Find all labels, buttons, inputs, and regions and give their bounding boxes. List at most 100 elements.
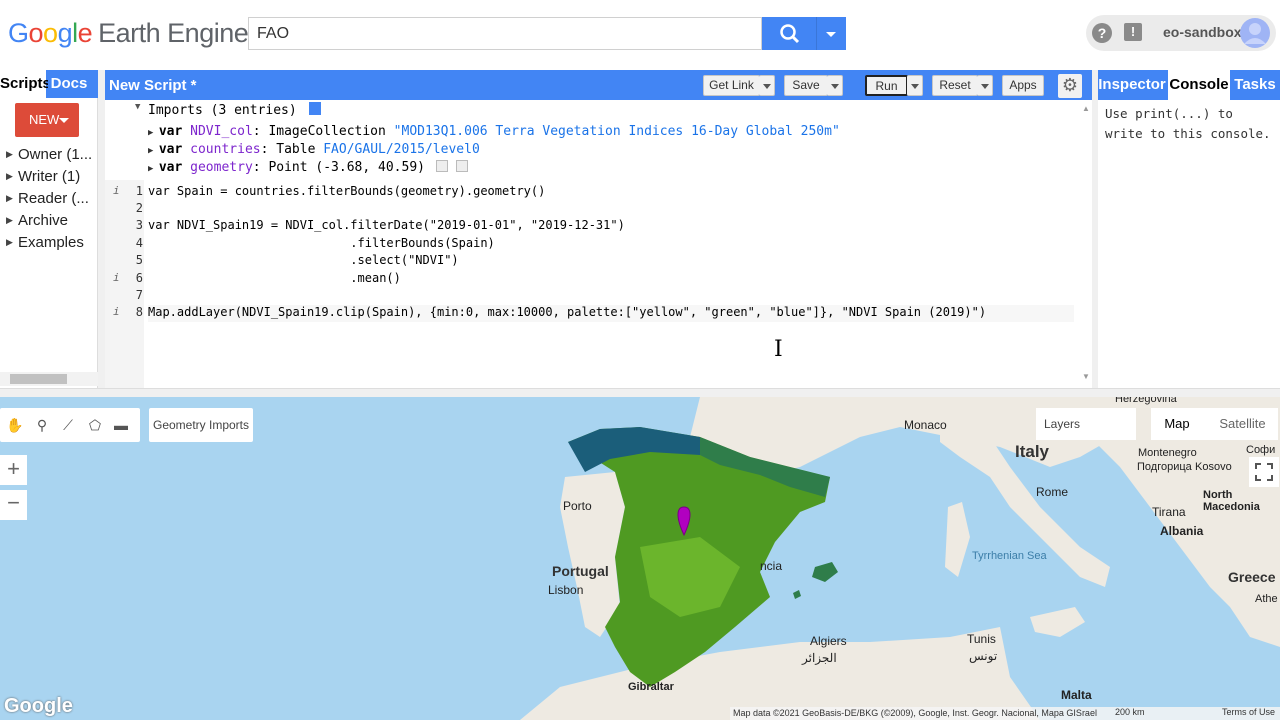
horizontal-scrollbar[interactable] (0, 372, 98, 386)
geometry-settings-icon[interactable] (455, 160, 468, 172)
help-icon[interactable]: ? (1092, 23, 1112, 43)
map-label-tunis-ar: تونس (969, 649, 998, 663)
gear-icon[interactable]: ⚙ (1058, 74, 1082, 98)
scroll-up-icon[interactable]: ▲ (1082, 104, 1090, 113)
google-map-logo[interactable]: Google (4, 695, 73, 718)
tree-item-reader[interactable]: ▶ Reader (... (6, 190, 98, 212)
tree-item-label: Examples (18, 234, 84, 251)
search-icon (780, 24, 800, 44)
fullscreen-glyph (1255, 463, 1273, 481)
import-name[interactable]: countries (190, 142, 260, 157)
import-row[interactable]: ▶ var geometry: Point (-3.68, 40.59) (148, 160, 468, 178)
account-name[interactable]: eo-sandbox (1163, 24, 1242, 40)
save-button[interactable]: Save (784, 75, 828, 96)
code-line[interactable]: var NDVI_Spain19 = NDVI_col.filterDate("… (148, 218, 625, 235)
search-button[interactable] (762, 17, 817, 50)
run-dropdown[interactable] (907, 75, 923, 96)
map-type-satellite-button[interactable]: Satellite (1207, 408, 1278, 440)
tab-docs[interactable]: Docs (48, 70, 90, 98)
text-cursor-icon: I (774, 337, 783, 362)
earth-engine-logo[interactable]: Google Earth Engine (8, 18, 249, 49)
polygon-draw-icon[interactable]: ⬠ (86, 416, 104, 434)
code-line[interactable]: .select("NDVI") (148, 253, 458, 270)
code-line[interactable]: .filterBounds(Spain) (148, 236, 495, 253)
caret-down-icon (59, 118, 69, 123)
import-name[interactable]: NDVI_col (190, 124, 253, 139)
map-label-montenegro: Montenegro (1138, 447, 1197, 459)
scroll-down-icon[interactable]: ▼ (1082, 372, 1090, 381)
zoom-out-button[interactable]: − (0, 490, 27, 520)
map-label-lisbon: Lisbon (548, 583, 584, 597)
map-label-rome: Rome (1036, 485, 1069, 499)
map-label-north-macedonia: North Macedonia (1203, 489, 1260, 513)
rectangle-draw-icon[interactable]: ▬ (112, 416, 130, 434)
scrollbar-thumb[interactable] (10, 374, 67, 384)
code-line[interactable]: .mean() (148, 271, 401, 288)
expand-arrow-icon: ▶ (6, 237, 13, 247)
tree-item-owner[interactable]: ▶ Owner (1... (6, 146, 98, 168)
script-title[interactable]: New Script * (109, 77, 197, 94)
avatar[interactable] (1240, 17, 1270, 49)
code-line[interactable]: var Spain = countries.filterBounds(geome… (148, 184, 545, 201)
geometry-edit-icon[interactable] (435, 160, 448, 172)
collapse-arrow-icon[interactable]: ▼ (135, 102, 140, 120)
get-link-dropdown[interactable] (759, 75, 775, 96)
fullscreen-icon[interactable] (1249, 457, 1279, 487)
code-line-active[interactable]: Map.addLayer(NDVI_Spain19.clip(Spain), {… (148, 305, 1074, 322)
line-number: 3 (135, 218, 143, 232)
import-value[interactable]: "MOD13Q1.006 Terra Vegetation Indices 16… (394, 124, 840, 139)
line-number: 4 (135, 236, 143, 250)
map-view[interactable]: Monaco Italy Rome Porto Portugal Lisbon … (0, 397, 1280, 720)
right-tab-bar: Inspector Console Tasks (1098, 70, 1280, 100)
import-name[interactable]: geometry (190, 160, 253, 175)
document-icon[interactable] (308, 102, 321, 115)
tree-item-label: Reader (... (18, 190, 89, 207)
tree-item-writer[interactable]: ▶ Writer (1) (6, 168, 98, 190)
map-splitter[interactable] (0, 388, 1280, 397)
reset-dropdown[interactable] (977, 75, 993, 96)
map-attribution[interactable]: Map data ©2021 GeoBasis-DE/BKG (©2009), … (730, 707, 1280, 720)
reset-button[interactable]: Reset (932, 75, 978, 96)
code-area[interactable]: ▼ Imports (3 entries) ▶ var NDVI_col: Im… (105, 100, 1080, 388)
vertical-scrollbar[interactable]: ▲ ▼ (1080, 100, 1092, 388)
map-label-monaco: Monaco (904, 418, 947, 432)
info-icon[interactable]: i (113, 184, 120, 197)
tab-scripts[interactable]: Scripts (0, 70, 51, 98)
search-dropdown-button[interactable] (817, 17, 846, 50)
output-panel: Inspector Console Tasks Use print(...) t… (1098, 70, 1280, 388)
console-output: Use print(...) to write to this console. (1105, 106, 1271, 141)
map-type-map-button[interactable]: Map (1151, 408, 1203, 440)
hand-icon[interactable]: ✋ (6, 416, 24, 434)
info-icon[interactable]: i (113, 271, 120, 284)
import-value[interactable]: FAO/GAUL/2015/level0 (323, 142, 480, 157)
tree-item-label: Writer (1) (18, 168, 81, 185)
expand-arrow-icon: ▶ (6, 215, 13, 225)
map-label-herzegovina: Herzegovina (1115, 397, 1177, 405)
tree-item-archive[interactable]: ▶ Archive (6, 212, 98, 234)
search-input[interactable]: FAO (248, 17, 762, 50)
apps-button[interactable]: Apps (1002, 75, 1044, 96)
tab-tasks[interactable]: Tasks (1232, 70, 1278, 100)
import-row[interactable]: ▶ var NDVI_col: ImageCollection "MOD13Q1… (148, 124, 840, 142)
map-scale[interactable]: 200 km (1115, 707, 1145, 717)
new-script-button[interactable]: NEW (15, 103, 79, 137)
run-button[interactable]: Run (865, 75, 908, 96)
tab-inspector[interactable]: Inspector (1098, 70, 1166, 100)
expand-arrow-icon: ▶ (6, 171, 13, 181)
save-dropdown[interactable] (827, 75, 843, 96)
tree-item-examples[interactable]: ▶ Examples (6, 234, 98, 256)
import-row[interactable]: ▶ var countries: Table FAO/GAUL/2015/lev… (148, 142, 480, 160)
line-draw-icon[interactable]: ⟋ (59, 416, 77, 434)
geometry-imports-button[interactable]: Geometry Imports (149, 408, 253, 442)
map-label-podgorica: Подгорица (1137, 461, 1192, 473)
feedback-icon[interactable]: ! (1124, 23, 1142, 41)
tab-console[interactable]: Console (1168, 70, 1230, 100)
terms-link[interactable]: Terms of Use (1222, 707, 1275, 717)
map-label-tirana: Tirana (1152, 505, 1186, 519)
panel-splitter-left[interactable] (98, 70, 105, 388)
layers-button[interactable]: Layers (1036, 408, 1136, 440)
zoom-in-button[interactable]: + (0, 455, 27, 485)
point-marker-icon[interactable]: ⚲ (33, 416, 51, 434)
info-icon[interactable]: i (113, 305, 120, 318)
get-link-button[interactable]: Get Link (703, 75, 760, 96)
